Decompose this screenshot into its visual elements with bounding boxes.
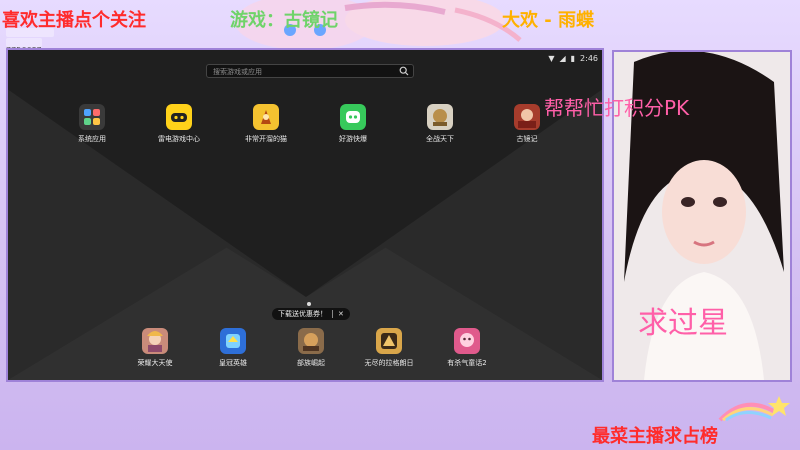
- signal-icon: ◢: [559, 53, 566, 63]
- app-label: 无尽的拉格朗日: [364, 359, 414, 367]
- app-youshaqi-tonghua[interactable]: 有杀气童话2: [432, 328, 502, 368]
- app-label: 雷电游戏中心: [158, 135, 200, 143]
- battery-icon: ▮: [570, 53, 576, 63]
- rongyao-tianshi-icon: [142, 328, 168, 354]
- star-request-text: 求过星: [638, 306, 728, 341]
- search-icon[interactable]: [399, 66, 409, 76]
- app-label: 系统应用: [78, 135, 106, 143]
- pk-request-text: 帮帮忙打积分PK: [544, 96, 690, 120]
- search-placeholder: 搜索游戏或应用: [213, 68, 262, 76]
- quanzhan-tianxia-icon: [427, 104, 453, 130]
- app-label: 全战天下: [426, 135, 454, 143]
- app-label: 好游快爆: [339, 135, 367, 143]
- cat-game-icon: [253, 104, 279, 130]
- app-label: 部族崛起: [297, 359, 325, 367]
- close-icon[interactable]: ✕: [338, 310, 344, 318]
- app-label: 非常开溜的猫: [245, 135, 287, 143]
- android-status-bar: ▼ ◢ ▮ 2:46: [548, 52, 598, 64]
- app-rongyao-tianshi[interactable]: 荣耀大天使: [120, 328, 190, 368]
- toast-text: 下载送优惠券！: [278, 310, 327, 318]
- system-apps-icon: [79, 104, 105, 130]
- huangguan-yingxiong-icon: [220, 328, 246, 354]
- wifi-icon: ▼: [548, 53, 555, 63]
- app-buzu-jueqi[interactable]: 部族崛起: [276, 328, 346, 368]
- leaderboard-prompt: 最菜主播求占榜: [592, 426, 718, 447]
- app-label: 荣耀大天使: [137, 359, 173, 367]
- app-label: 皇冠英雄: [219, 359, 247, 367]
- download-coupon-toast[interactable]: 下载送优惠券！ ✕: [272, 308, 350, 320]
- page-indicator-dot: [307, 302, 311, 306]
- wujin-lagelangri-icon: [376, 328, 402, 354]
- youshaqi-tonghua-icon: [454, 328, 480, 354]
- launcher-search-bar[interactable]: 搜索游戏或应用: [206, 64, 414, 78]
- toast-divider: [332, 310, 333, 318]
- emulator-screen[interactable]: ▼ ◢ ▮ 2:46 搜索游戏或应用 系统应用 雷电游戏中心 非常开溜的猫 好游…: [6, 48, 604, 382]
- buzu-jueqi-icon: [298, 328, 324, 354]
- gujingji-icon: [514, 104, 540, 130]
- status-time: 2:46: [580, 53, 598, 63]
- app-wujin-lagelangri[interactable]: 无尽的拉格朗日: [354, 328, 424, 368]
- app-leidian-game-center[interactable]: 雷电游戏中心: [144, 104, 214, 144]
- app-label: 古镜记: [516, 135, 538, 143]
- app-quanzhan-tianxia[interactable]: 全战天下: [405, 104, 475, 144]
- badge-line: [6, 28, 54, 37]
- game-title: 游戏：古镜记: [230, 10, 338, 31]
- app-haoyou-kuaibao[interactable]: 好游快爆: [318, 104, 388, 144]
- haoyou-kuaibao-icon: [340, 104, 366, 130]
- rainbow-star-decoration: [718, 396, 790, 422]
- app-system-apps[interactable]: 系统应用: [57, 104, 127, 144]
- app-cat-game[interactable]: 非常开溜的猫: [231, 104, 301, 144]
- gamepad-icon: [166, 104, 192, 130]
- app-label: 有杀气童话2: [447, 359, 487, 367]
- streamer-name: 大欢 - 雨蝶: [502, 10, 595, 31]
- app-huangguan-yingxiong[interactable]: 皇冠英雄: [198, 328, 268, 368]
